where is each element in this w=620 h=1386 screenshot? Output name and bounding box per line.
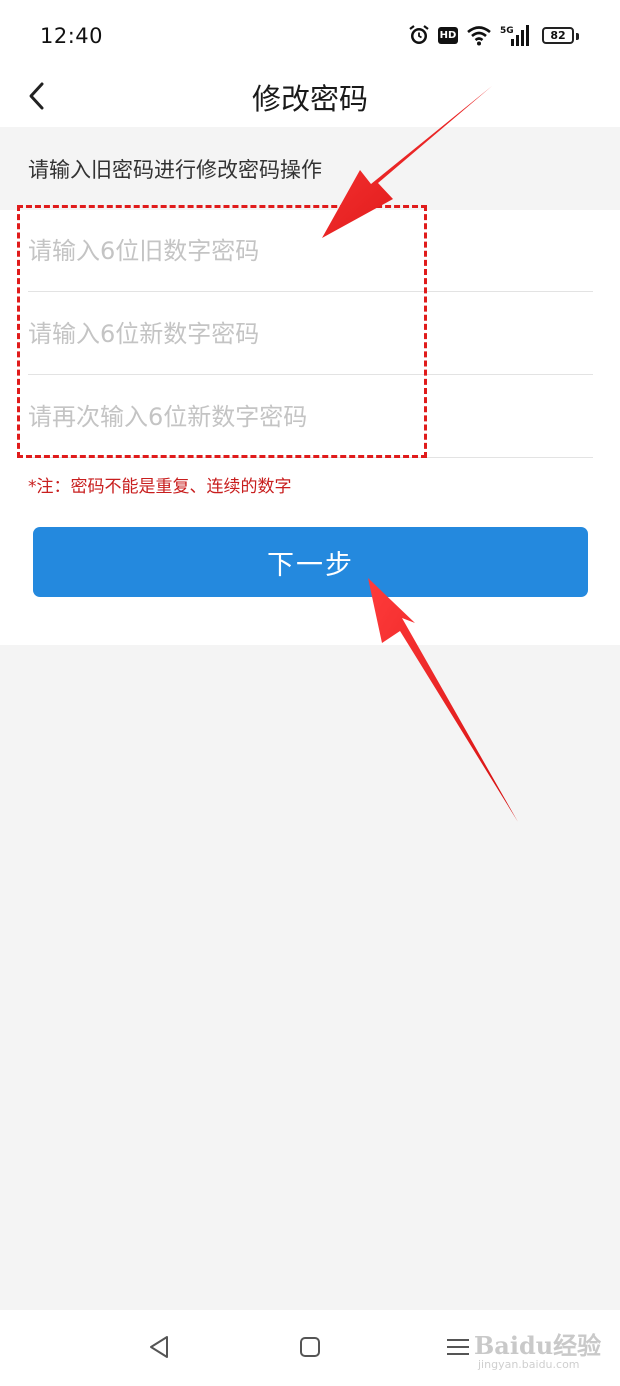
network-label: 5G	[500, 26, 514, 36]
confirm-password-field	[28, 376, 593, 458]
system-nav-bar: Baidu经验 jingyan.baidu.com	[0, 1310, 620, 1386]
status-bar: 12:40 HD 5G 82	[0, 0, 620, 70]
page-title: 修改密码	[251, 82, 368, 116]
new-password-input[interactable]	[28, 293, 593, 374]
status-icons: HD 5G 82	[408, 24, 580, 52]
watermark-logo: Baidu经验	[474, 1331, 602, 1360]
confirm-password-input[interactable]	[28, 376, 593, 457]
triangle-back-icon[interactable]	[145, 1332, 175, 1362]
watermark-url: jingyan.baidu.com	[478, 1358, 580, 1371]
form-panel: *注：密码不能是重复、连续的数字 下一步	[0, 210, 620, 645]
new-password-field	[28, 293, 593, 375]
battery-icon: 82	[542, 27, 574, 44]
hd-icon: HD	[438, 27, 458, 44]
signal-icon: 5G	[500, 25, 529, 46]
next-step-button[interactable]: 下一步	[33, 527, 588, 597]
battery-tip	[576, 33, 579, 40]
status-time: 12:40	[40, 24, 104, 48]
form-hint: 请输入旧密码进行修改密码操作	[28, 158, 322, 182]
alarm-icon	[409, 25, 429, 44]
annotation-arrows	[322, 86, 518, 822]
old-password-field	[28, 210, 593, 292]
old-password-input[interactable]	[28, 210, 593, 291]
menu-lines-icon[interactable]	[443, 1332, 473, 1362]
app-header: 修改密码	[0, 70, 620, 127]
wifi-icon	[467, 26, 491, 46]
password-note: *注：密码不能是重复、连续的数字	[28, 477, 292, 497]
square-home-icon[interactable]	[295, 1332, 325, 1362]
